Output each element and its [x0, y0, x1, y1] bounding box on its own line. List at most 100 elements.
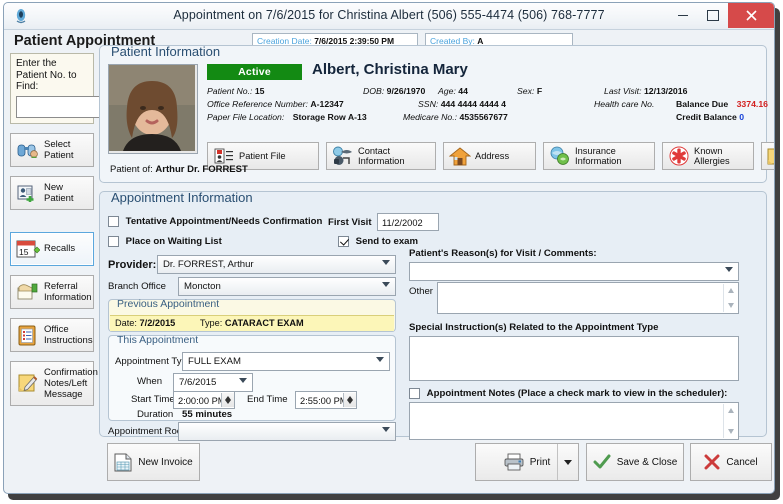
balance-due-label: Balance Due — [676, 99, 729, 109]
new-invoice-button[interactable]: New Invoice — [107, 443, 200, 481]
minimize-button[interactable] — [668, 3, 698, 28]
patient-no-field: Patient No.: 15 — [207, 86, 265, 96]
start-time-stepper[interactable] — [221, 393, 234, 407]
first-visit-label: First Visit — [328, 217, 372, 228]
patient-file-label: Patient File — [239, 150, 286, 161]
when-value: 7/6/2015 — [179, 377, 217, 388]
sidebar-item-office-instructions[interactable]: Office Instructions — [10, 317, 94, 352]
sidebar-item-new-patient[interactable]: New Patient — [10, 175, 94, 210]
patient-information-legend: Patient Information — [111, 44, 221, 59]
last-visit-field: Last Visit: 12/13/2016 — [604, 86, 687, 96]
appointment-information-legend: Appointment Information — [111, 190, 253, 205]
end-time-stepper[interactable] — [343, 393, 356, 407]
first-visit-row: First Visit — [328, 217, 372, 228]
appointment-type-value: FULL EXAM — [188, 356, 241, 367]
send-to-exam-row[interactable]: Send to exam — [338, 236, 418, 247]
special-instructions-textarea[interactable] — [409, 336, 739, 381]
appointment-notes-scrollbar[interactable] — [723, 404, 737, 438]
dob-label: DOB: — [363, 86, 385, 96]
other-textarea[interactable] — [437, 282, 739, 314]
maximize-button[interactable] — [698, 3, 728, 28]
address-button[interactable]: Address — [443, 142, 536, 170]
appointment-notes-row[interactable]: Appointment Notes (Place a check mark to… — [409, 388, 727, 399]
start-time-label: Start Time — [131, 394, 175, 405]
reasons-select[interactable] — [409, 262, 739, 281]
find-patient-label: Enter the Patient No. to Find: — [16, 58, 77, 92]
duration-value: 55 minutes — [182, 409, 233, 420]
cancel-label: Cancel — [726, 456, 758, 468]
start-time-field[interactable]: 2:00:00 PM — [173, 391, 235, 409]
appointment-type-select[interactable]: FULL EXAM — [182, 352, 390, 371]
sidebar-item-label: Recalls — [44, 243, 76, 254]
provider-select[interactable]: Dr. FORREST, Arthur — [157, 255, 396, 274]
duration-label: Duration — [137, 409, 174, 420]
sidebar-item-label: Office Instructions — [44, 323, 93, 346]
binoculars-icon — [15, 141, 41, 159]
contact-icon — [331, 146, 355, 166]
patient-file-icon — [212, 148, 236, 164]
known-allergies-button[interactable]: Known Allergies — [662, 142, 754, 170]
sidebar-item-label: Confirmation Notes/Left Message — [44, 366, 98, 400]
credit-balance-label: Credit Balance — [676, 112, 737, 122]
notes-button[interactable]: Notes — [761, 142, 774, 170]
ssn-field: SSN: 444 4444 4444 4 — [418, 99, 506, 109]
save-close-button[interactable]: Save & Close — [586, 443, 684, 481]
cancel-button[interactable]: Cancel — [690, 443, 772, 481]
this-appointment-legend: This Appointment — [117, 334, 199, 346]
medicare-no-field: Medicare No.: 4535567677 — [403, 112, 508, 122]
patient-no-label: Patient No.: — [207, 86, 253, 96]
tentative-appointment-row[interactable]: Tentative Appointment/Needs Confirmation — [108, 216, 322, 227]
footer-toolbar: New Invoice Print Save & Close Cancel — [99, 443, 772, 487]
patient-information-panel: Patient Information Active Albert, Chris… — [99, 44, 774, 183]
find-patient-box: Enter the Patient No. to Find: — [10, 53, 217, 124]
tentative-appointment-checkbox[interactable] — [108, 216, 119, 227]
appointment-notes-textarea[interactable] — [409, 402, 739, 440]
end-time-field[interactable]: 2:55:00 PM — [295, 391, 357, 409]
provider-label: Provider: — [108, 259, 157, 271]
paper-file-location-label: Paper File Location: — [207, 112, 285, 122]
waiting-list-checkbox[interactable] — [108, 236, 119, 247]
dob-field: DOB: 9/26/1970 — [363, 86, 425, 96]
ssn-label: SSN: — [418, 99, 439, 109]
chevron-down-icon — [564, 459, 572, 465]
patient-of-row: Patient of: Arthur Dr. FORREST — [110, 164, 248, 175]
chevron-down-icon — [725, 267, 733, 272]
dob-value: 9/26/1970 — [386, 86, 426, 96]
when-date-select[interactable]: 7/6/2015 — [173, 373, 253, 392]
appointment-room-select[interactable] — [178, 422, 396, 441]
start-time-value: 2:00:00 PM — [178, 396, 226, 406]
medicare-no-value: 4535567677 — [459, 112, 508, 122]
sidebar-item-confirmation-notes[interactable]: Confirmation Notes/Left Message — [10, 360, 98, 406]
clipboard-icon — [15, 324, 41, 346]
office-reference-field: Office Reference Number: A-12347 — [207, 99, 344, 109]
other-scrollbar[interactable] — [723, 284, 737, 312]
health-care-no-field: Health care No. — [594, 99, 654, 109]
waiting-list-row[interactable]: Place on Waiting List — [108, 236, 222, 247]
previous-appointment-box: Previous Appointment Date: 7/2/2015 Type… — [108, 298, 396, 332]
print-dropdown-button[interactable] — [557, 444, 578, 480]
last-visit-value: 12/13/2016 — [643, 86, 688, 96]
print-button[interactable]: Print — [475, 443, 579, 481]
sidebar-item-referral-information[interactable]: Referral Information — [10, 274, 94, 309]
sex-value: F — [536, 86, 543, 96]
paper-file-location-field: Paper File Location: Storage Row A-13 — [207, 112, 367, 122]
close-button[interactable] — [728, 3, 774, 28]
notes-icon — [766, 147, 774, 166]
left-sidebar: Enter the Patient No. to Find: Select Pa… — [10, 53, 217, 406]
sidebar-item-recalls[interactable]: 15 Recalls — [10, 231, 94, 266]
send-to-exam-checkbox[interactable] — [338, 236, 349, 247]
insurance-information-button[interactable]: Insurance Information — [543, 142, 655, 170]
end-time-value: 2:55:00 PM — [300, 396, 348, 406]
appointment-type-label: Appointment Type — [115, 356, 193, 367]
this-appointment-box: This Appointment Appointment Type FULL E… — [108, 334, 396, 421]
patient-name: Albert, Christina Mary — [312, 61, 468, 78]
paper-file-location-value: Storage Row A-13 — [292, 112, 367, 122]
first-visit-field[interactable]: 11/2/2002 — [377, 213, 439, 231]
branch-office-select[interactable]: Moncton — [178, 277, 396, 296]
appointment-notes-checkbox[interactable] — [409, 388, 420, 399]
contact-information-button[interactable]: Contact Information — [326, 142, 436, 170]
health-care-no-label: Health care No. — [594, 99, 655, 109]
chevron-down-icon — [376, 357, 384, 362]
address-label: Address — [475, 150, 510, 161]
sidebar-item-select-patient[interactable]: Select Patient — [10, 132, 94, 167]
